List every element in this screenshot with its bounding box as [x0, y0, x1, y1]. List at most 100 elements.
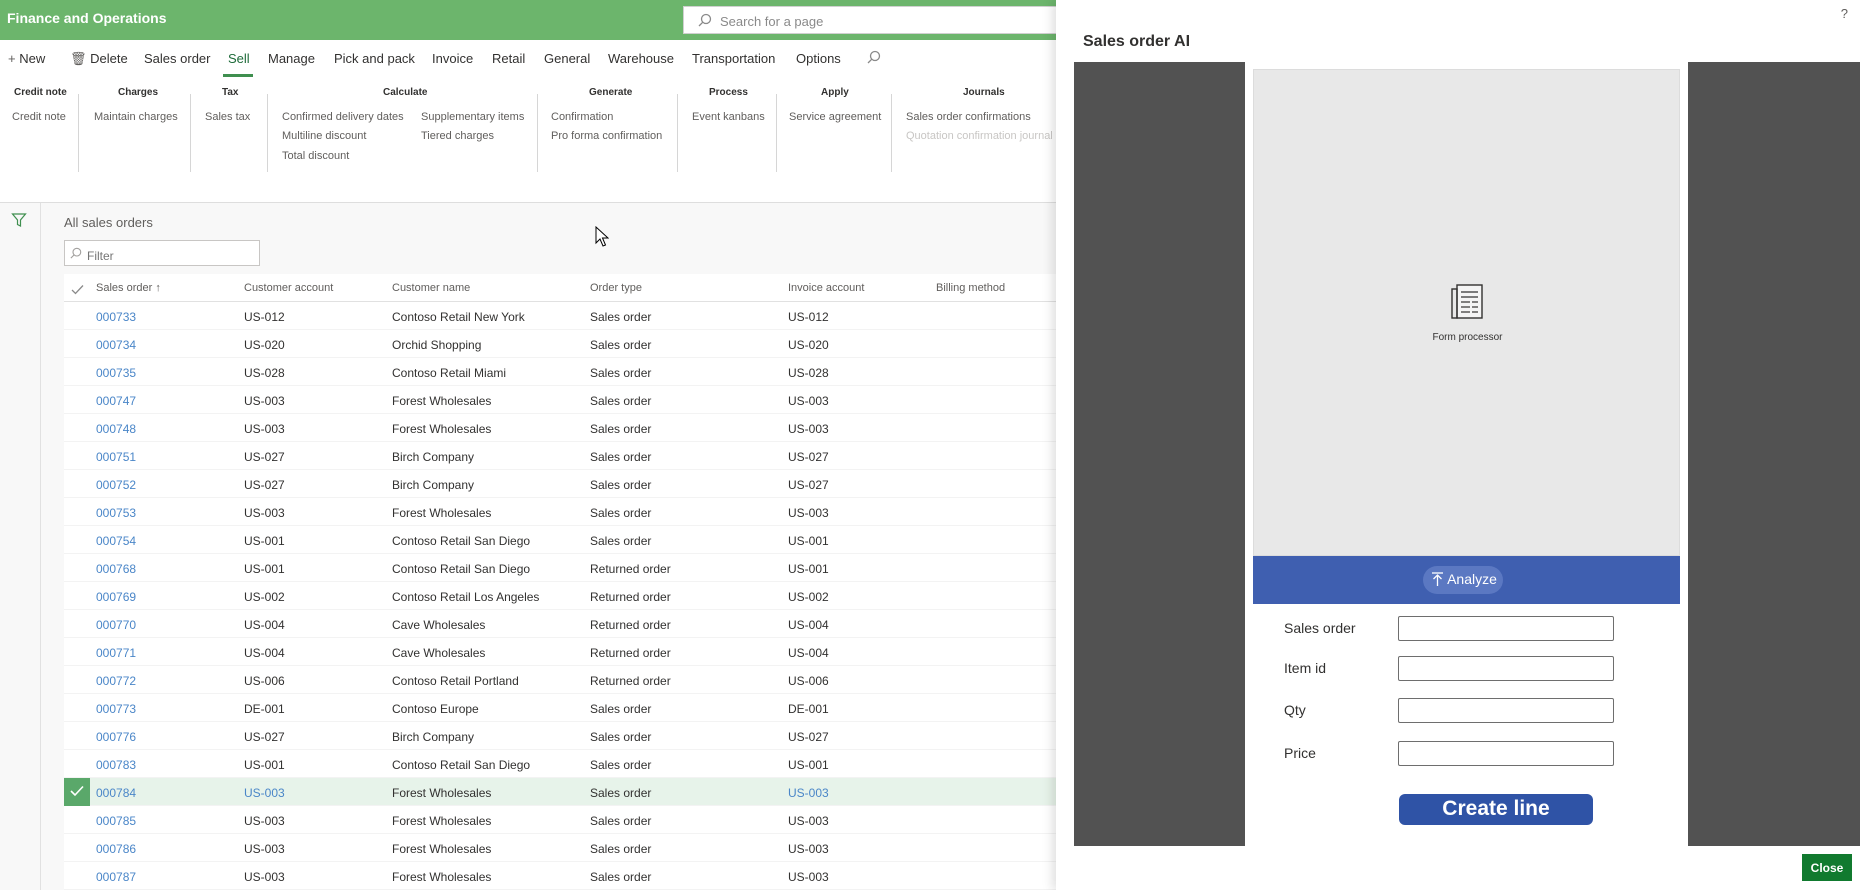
- ribbon-confirmed-delivery-dates[interactable]: Confirmed delivery dates: [282, 111, 404, 123]
- cell-sales-order[interactable]: 000771: [96, 646, 136, 660]
- table-row[interactable]: 000785 US-003 Forest Wholesales Sales order…: [64, 806, 1056, 834]
- cell-order-type: Sales order: [590, 310, 652, 324]
- column-header-customer-name[interactable]: Customer name: [392, 282, 470, 294]
- tab-transportation[interactable]: Transportation: [692, 51, 775, 66]
- tab-sell[interactable]: Sell: [228, 51, 250, 66]
- tab-invoice[interactable]: Invoice: [432, 51, 473, 66]
- ribbon-sales-tax[interactable]: Sales tax: [205, 111, 250, 123]
- price-field[interactable]: [1398, 741, 1614, 766]
- tab-sales-order[interactable]: Sales order: [144, 51, 210, 66]
- cell-invoice-account: US-003: [788, 506, 829, 520]
- column-header-invoice-account[interactable]: Invoice account: [788, 282, 864, 294]
- column-header-sales-order[interactable]: Sales order ↑: [96, 282, 161, 294]
- table-row[interactable]: 000753 US-003 Forest Wholesales Sales order…: [64, 498, 1056, 526]
- action-search-icon[interactable]: [867, 50, 881, 69]
- view-title: All sales orders: [64, 215, 153, 230]
- cell-sales-order[interactable]: 000735: [96, 366, 136, 380]
- column-header-order-type[interactable]: Order type: [590, 282, 642, 294]
- help-icon[interactable]: ?: [1841, 6, 1848, 21]
- cell-sales-order[interactable]: 000748: [96, 422, 136, 436]
- table-row[interactable]: 000773 DE-001 Contoso Europe Sales order DE-…: [64, 694, 1056, 722]
- cell-sales-order[interactable]: 000787: [96, 870, 136, 884]
- column-header-customer-account[interactable]: Customer account: [244, 282, 333, 294]
- table-row[interactable]: 000786 US-003 Forest Wholesales Sales order…: [64, 834, 1056, 862]
- table-row[interactable]: 000770 US-004 Cave Wholesales Returned orde…: [64, 610, 1056, 638]
- form-processor-control[interactable]: Form processor: [1253, 69, 1680, 556]
- cell-sales-order[interactable]: 000733: [96, 310, 136, 324]
- cell-customer-account: US-001: [244, 758, 285, 772]
- page-search-box[interactable]: Search for a page: [683, 6, 1103, 34]
- table-row[interactable]: 000752 US-027 Birch Company Sales order US-0…: [64, 470, 1056, 498]
- cell-sales-order[interactable]: 000768: [96, 562, 136, 576]
- table-row[interactable]: 000748 US-003 Forest Wholesales Sales order…: [64, 414, 1056, 442]
- new-button[interactable]: + New: [8, 51, 45, 66]
- ribbon-maintain-charges[interactable]: Maintain charges: [94, 111, 178, 123]
- tab-general[interactable]: General: [544, 51, 590, 66]
- qty-field[interactable]: [1398, 698, 1614, 723]
- table-row[interactable]: 000735 US-028 Contoso Retail Miami Sales or…: [64, 358, 1056, 386]
- table-row[interactable]: 000768 US-001 Contoso Retail San Diego Retu…: [64, 554, 1056, 582]
- table-row[interactable]: 000734 US-020 Orchid Shopping Sales order US…: [64, 330, 1056, 358]
- table-row[interactable]: 000784 US-003 Forest Wholesales Sales order…: [64, 778, 1056, 806]
- column-header-billing-method[interactable]: Billing method: [936, 282, 1005, 294]
- cell-sales-order[interactable]: 000784: [96, 786, 136, 800]
- table-row[interactable]: 000772 US-006 Contoso Retail Portland Retur…: [64, 666, 1056, 694]
- app-title[interactable]: Finance and Operations: [7, 10, 166, 26]
- ribbon-tiered-charges[interactable]: Tiered charges: [421, 130, 494, 142]
- cell-order-type: Sales order: [590, 534, 652, 548]
- ribbon-pro-forma-confirmation[interactable]: Pro forma confirmation: [551, 130, 662, 142]
- cell-sales-order[interactable]: 000773: [96, 702, 136, 716]
- cell-sales-order[interactable]: 000776: [96, 730, 136, 744]
- ribbon-confirmation[interactable]: Confirmation: [551, 111, 613, 123]
- create-line-button[interactable]: Create line: [1399, 794, 1593, 825]
- cell-sales-order[interactable]: 000769: [96, 590, 136, 604]
- cell-invoice-account: US-003: [788, 394, 829, 408]
- ribbon-service-agreement[interactable]: Service agreement: [789, 111, 881, 123]
- cell-sales-order[interactable]: 000786: [96, 842, 136, 856]
- tab-retail[interactable]: Retail: [492, 51, 525, 66]
- ribbon-credit-note[interactable]: Credit note: [12, 111, 66, 123]
- ribbon-sales-order-confirmations[interactable]: Sales order confirmations: [906, 111, 1031, 123]
- cell-sales-order[interactable]: 000770: [96, 618, 136, 632]
- cell-customer-account: US-027: [244, 450, 285, 464]
- cell-sales-order[interactable]: 000783: [96, 758, 136, 772]
- filter-pane-icon[interactable]: [11, 212, 27, 233]
- close-button[interactable]: Close: [1802, 854, 1852, 881]
- ribbon-total-discount[interactable]: Total discount: [282, 150, 349, 162]
- tab-options[interactable]: Options: [796, 51, 841, 66]
- cell-customer-account: US-003: [244, 394, 285, 408]
- cell-sales-order[interactable]: 000772: [96, 674, 136, 688]
- table-row[interactable]: 000787 US-003 Forest Wholesales Sales order…: [64, 862, 1056, 890]
- table-row[interactable]: 000751 US-027 Birch Company Sales order US-0…: [64, 442, 1056, 470]
- tab-manage[interactable]: Manage: [268, 51, 315, 66]
- tab-pick-and-pack[interactable]: Pick and pack: [334, 51, 415, 66]
- tab-warehouse[interactable]: Warehouse: [608, 51, 674, 66]
- cell-sales-order[interactable]: 000754: [96, 534, 136, 548]
- ribbon-event-kanbans[interactable]: Event kanbans: [692, 111, 765, 123]
- cell-sales-order[interactable]: 000747: [96, 394, 136, 408]
- table-row[interactable]: 000754 US-001 Contoso Retail San Diego Sale…: [64, 526, 1056, 554]
- table-row[interactable]: 000769 US-002 Contoso Retail Los Angeles Re…: [64, 582, 1056, 610]
- ribbon-supplementary-items[interactable]: Supplementary items: [421, 111, 524, 123]
- table-row[interactable]: 000733 US-012 Contoso Retail New York Sales…: [64, 302, 1056, 330]
- delete-button[interactable]: 🗑 Delete: [70, 51, 128, 67]
- cell-sales-order[interactable]: 000734: [96, 338, 136, 352]
- row-selected-check-icon[interactable]: [64, 778, 90, 806]
- sales-order-field[interactable]: [1398, 616, 1614, 641]
- cell-sales-order[interactable]: 000785: [96, 814, 136, 828]
- table-row[interactable]: 000771 US-004 Cave Wholesales Returned orde…: [64, 638, 1056, 666]
- table-row[interactable]: 000747 US-003 Forest Wholesales Sales order…: [64, 386, 1056, 414]
- cell-customer-account: US-003: [244, 842, 285, 856]
- cell-sales-order[interactable]: 000751: [96, 450, 136, 464]
- select-all-check-icon[interactable]: [71, 282, 84, 300]
- ribbon-multiline-discount[interactable]: Multiline discount: [282, 130, 366, 142]
- group-title-process: Process: [709, 87, 748, 98]
- analyze-button[interactable]: Analyze: [1423, 566, 1503, 594]
- cell-sales-order[interactable]: 000753: [96, 506, 136, 520]
- table-row[interactable]: 000776 US-027 Birch Company Sales order US-0…: [64, 722, 1056, 750]
- item-id-field[interactable]: [1398, 656, 1614, 681]
- cell-sales-order[interactable]: 000752: [96, 478, 136, 492]
- sales-order-label: Sales order: [1284, 620, 1356, 636]
- table-row[interactable]: 000783 US-001 Contoso Retail San Diego Sale…: [64, 750, 1056, 778]
- grid-filter-input[interactable]: [64, 240, 260, 266]
